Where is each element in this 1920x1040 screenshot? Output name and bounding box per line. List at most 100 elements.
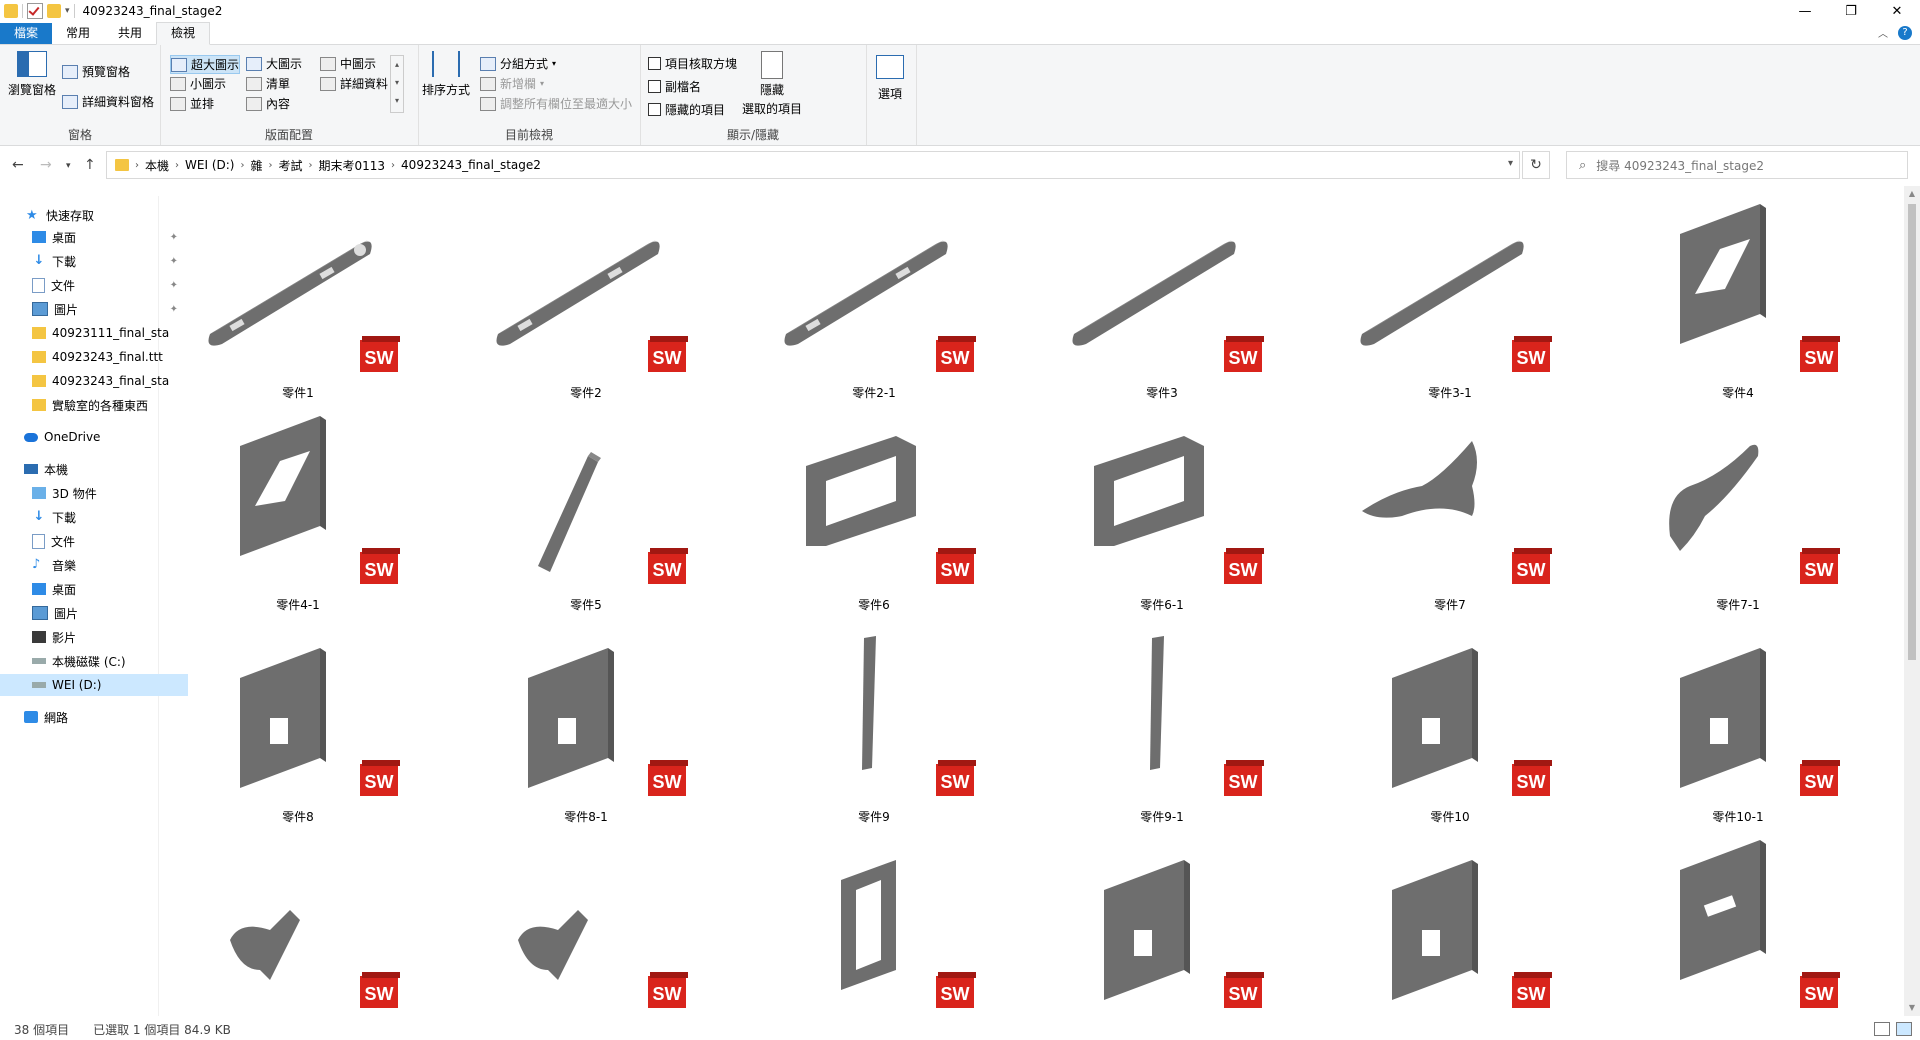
hidden-items-toggle[interactable]: 隱藏的項目	[648, 101, 725, 118]
file-tile[interactable]: SW 零件8-1	[458, 618, 714, 828]
breadcrumb-final[interactable]: 期末考0113	[319, 157, 386, 174]
item-checkboxes-toggle[interactable]: 項目核取方塊	[648, 55, 737, 72]
minimize-icon[interactable]: —	[1782, 0, 1828, 22]
sort-by-button[interactable]: 排序方式	[422, 51, 470, 98]
breadcrumb-this-pc[interactable]: 本機	[145, 157, 169, 174]
file-tile[interactable]: SW	[170, 830, 426, 1040]
recent-locations-icon[interactable]: ▾	[66, 161, 71, 171]
file-tile[interactable]: SW 零件8	[170, 618, 426, 828]
download-icon: ↓	[33, 253, 45, 268]
large-icons-view-icon[interactable]	[1896, 1022, 1912, 1036]
address-row: ← → ▾ ↑ › 本機 › WEI (D:) › 雜 › 考試 › 期末考01…	[0, 148, 1920, 182]
new-folder-icon[interactable]	[47, 4, 61, 18]
collapse-ribbon-icon[interactable]: ︿	[1878, 25, 1888, 40]
hide-selected-label: 選取的項目	[742, 102, 803, 116]
file-tile[interactable]: SW	[746, 830, 1002, 1040]
scroll-down-icon[interactable]: ▼	[1904, 1000, 1920, 1016]
sidebar-item-label: 圖片	[54, 606, 79, 621]
file-tile[interactable]: SW 零件7	[1322, 406, 1578, 616]
file-tile[interactable]: SW 零件4-1	[170, 406, 426, 616]
properties-icon[interactable]	[27, 3, 43, 19]
checkbox[interactable]	[648, 80, 661, 93]
file-tile[interactable]: SW	[458, 830, 714, 1040]
vertical-scrollbar[interactable]: ▲ ▼	[1904, 186, 1920, 1016]
tab-view[interactable]: 檢視	[156, 22, 211, 45]
layout-small-icons[interactable]: 小圖示	[170, 75, 226, 92]
search-input[interactable]: 搜尋 40923243_final_stage2	[1596, 157, 1764, 174]
panes-group-label: 窗格	[67, 128, 92, 142]
file-tile[interactable]: SW 零件7-1	[1610, 406, 1866, 616]
file-tile[interactable]: SW 零件3-1	[1322, 194, 1578, 404]
close-icon[interactable]: ✕	[1874, 0, 1920, 22]
desktop-icon	[32, 231, 46, 243]
layout-medium-icons[interactable]: 中圖示	[320, 55, 376, 72]
breadcrumb-current[interactable]: 40923243_final_stage2	[401, 158, 541, 172]
scroll-up-icon[interactable]: ▲	[1904, 186, 1920, 202]
maximize-icon[interactable]: ❐	[1828, 0, 1874, 22]
file-tile[interactable]: SW 零件1	[170, 194, 426, 404]
hide-selected-button[interactable]: 隱藏 選取的項目	[742, 51, 802, 117]
add-columns-button[interactable]: 新增欄 ▾	[480, 75, 544, 92]
layout-list[interactable]: 清單	[246, 75, 290, 92]
file-tile[interactable]: SW 零件5	[458, 406, 714, 616]
help-icon[interactable]: ?	[1898, 25, 1912, 40]
layout-content[interactable]: 內容	[246, 95, 290, 112]
file-tile[interactable]: SW 零件9-1	[1034, 618, 1290, 828]
navigation-pane-button[interactable]: 瀏覽窗格	[8, 51, 56, 98]
address-bar[interactable]: › 本機 › WEI (D:) › 雜 › 考試 › 期末考0113 › 409…	[106, 151, 1520, 179]
chevron-right-icon[interactable]: ›	[135, 160, 139, 171]
sidebar-item-network[interactable]: 網路	[0, 706, 180, 728]
file-name: 零件6-1	[1140, 598, 1184, 612]
tab-share[interactable]: 共用	[104, 23, 156, 44]
sort-by-label: 排序方式	[422, 83, 471, 97]
file-tile[interactable]: SW 零件3	[1034, 194, 1290, 404]
layout-large-icons[interactable]: 大圖示	[246, 55, 302, 72]
details-view-icon[interactable]	[1874, 1022, 1890, 1036]
breadcrumb-misc[interactable]: 雜	[250, 157, 262, 174]
tab-home[interactable]: 常用	[52, 23, 104, 44]
qat-dropdown-icon[interactable]: ▾	[65, 6, 70, 16]
file-tile[interactable]: SW	[1034, 830, 1290, 1040]
part-3d-model	[862, 636, 876, 770]
details-pane-button[interactable]: 詳細資料窗格	[62, 93, 154, 110]
file-tile[interactable]: SW	[1322, 830, 1578, 1040]
file-tile[interactable]: SW 零件6-1	[1034, 406, 1290, 616]
sidebar-item-onedrive[interactable]: OneDrive	[0, 426, 180, 448]
file-tile[interactable]: SW 零件10	[1322, 618, 1578, 828]
layout-scroll-icon[interactable]: ▴ ▾ ▾	[390, 55, 404, 113]
checkbox[interactable]	[648, 57, 661, 70]
chevron-right-icon[interactable]: ›	[309, 160, 313, 171]
file-tile[interactable]: SW 零件4	[1610, 194, 1866, 404]
address-dropdown-icon[interactable]: ▾	[1508, 158, 1513, 169]
chevron-right-icon[interactable]: ›	[268, 160, 272, 171]
breadcrumb-exam[interactable]: 考試	[278, 157, 302, 174]
tab-file[interactable]: 檔案	[0, 23, 53, 44]
forward-icon[interactable]: →	[40, 157, 52, 173]
back-icon[interactable]: ←	[12, 157, 24, 173]
breadcrumb-drive[interactable]: WEI (D:)	[185, 158, 234, 172]
preview-pane-button[interactable]: 預覽窗格	[62, 63, 130, 80]
file-tile[interactable]: SW 零件2-1	[746, 194, 1002, 404]
sidebar-item-this-pc[interactable]: 本機	[0, 458, 180, 480]
file-extensions-toggle[interactable]: 副檔名	[648, 78, 701, 95]
file-tile[interactable]: SW 零件10-1	[1610, 618, 1866, 828]
layout-extra-large-icons[interactable]: 超大圖示	[170, 55, 240, 74]
file-tile[interactable]: SW 零件2	[458, 194, 714, 404]
search-box[interactable]: ⌕ 搜尋 40923243_final_stage2	[1566, 151, 1908, 179]
layout-tiles[interactable]: 並排	[170, 95, 214, 112]
group-by-button[interactable]: 分組方式 ▾	[480, 55, 556, 72]
options-button[interactable]: 選項	[876, 55, 904, 102]
chevron-right-icon[interactable]: ›	[391, 160, 395, 171]
scrollbar-thumb[interactable]	[1908, 204, 1916, 660]
sidebar-item-quick-access[interactable]: ★ 快速存取	[0, 204, 182, 226]
checkbox[interactable]	[648, 103, 661, 116]
refresh-icon[interactable]: ↻	[1522, 151, 1550, 179]
layout-details[interactable]: 詳細資料	[320, 75, 388, 92]
fit-columns-button[interactable]: 調整所有欄位至最適大小	[480, 95, 632, 112]
file-tile[interactable]: SW 零件9	[746, 618, 1002, 828]
chevron-right-icon[interactable]: ›	[175, 160, 179, 171]
chevron-right-icon[interactable]: ›	[240, 160, 244, 171]
up-icon[interactable]: ↑	[84, 157, 96, 173]
file-tile[interactable]: SW 零件6	[746, 406, 1002, 616]
file-tile[interactable]: SW	[1610, 830, 1866, 1040]
